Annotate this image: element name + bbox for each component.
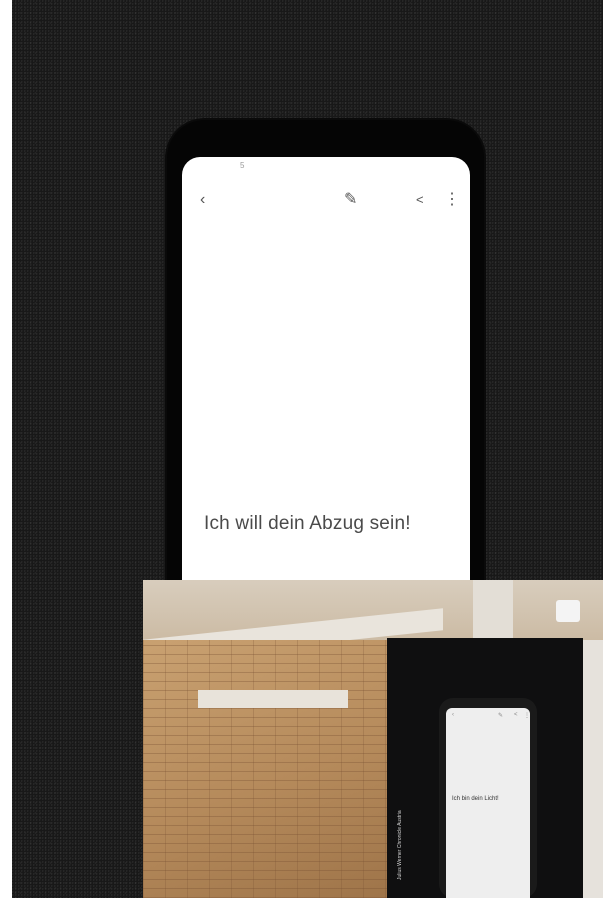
screen-message: Ich will dein Abzug sein! (204, 513, 411, 534)
spotlight (556, 600, 580, 622)
app-bar: ‹ ✎ < ⋮ (182, 185, 470, 215)
status-indicator: 5 (240, 161, 245, 170)
mini-phone-screen: ‹ ✎ < ⋮ Ich bin dein Licht! (446, 708, 530, 898)
inset-gallery-photo: ‹ ✎ < ⋮ Ich bin dein Licht! Julius Werne… (143, 580, 603, 898)
wall-ledge (198, 690, 348, 708)
mini-screen-message: Ich bin dein Licht! (452, 796, 499, 802)
mini-back-icon: ‹ (452, 712, 454, 718)
mini-edit-icon: ✎ (498, 713, 504, 719)
back-icon[interactable]: ‹ (200, 185, 205, 215)
phone-screen: 5 ‹ ✎ < ⋮ Ich will dein Abzug sein! (182, 157, 470, 637)
brick-wall (143, 640, 393, 898)
artist-credit: Julius Werner Chronicle Austria (397, 810, 403, 880)
more-options-icon[interactable]: ⋮ (444, 185, 460, 215)
mini-more-icon: ⋮ (524, 713, 530, 719)
mini-share-icon: < (514, 712, 518, 718)
edit-pencil-icon[interactable]: ✎ (344, 185, 357, 215)
share-icon[interactable]: < (416, 185, 424, 215)
